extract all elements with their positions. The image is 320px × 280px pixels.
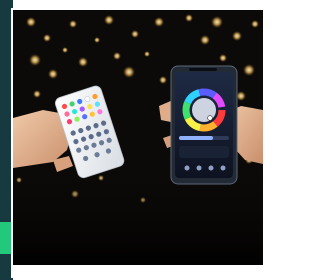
product-photo [13, 10, 263, 265]
phone-notch [189, 68, 217, 71]
brightness-slider-fill [179, 136, 213, 140]
product-photo-page [0, 0, 270, 280]
app-mode-panel [179, 146, 229, 158]
smartphone [170, 65, 238, 185]
